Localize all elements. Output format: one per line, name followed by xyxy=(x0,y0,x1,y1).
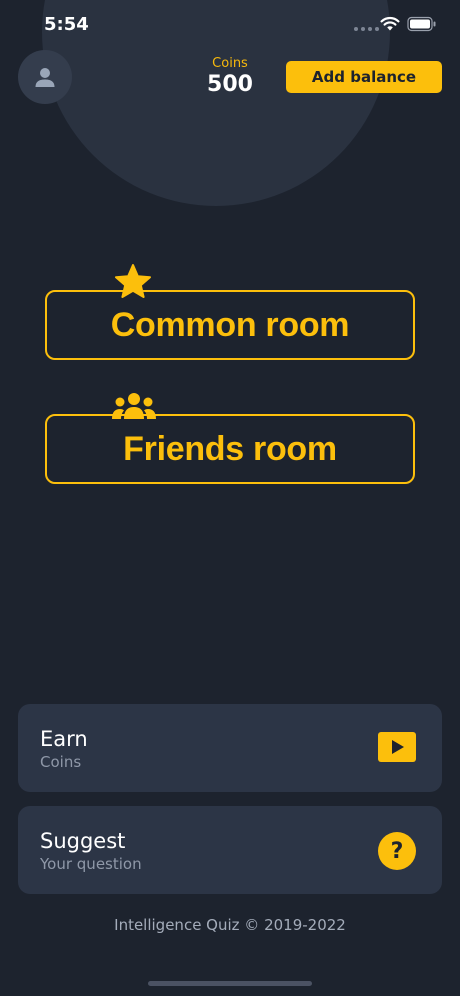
suggest-question-card[interactable]: Suggest Your question ? xyxy=(18,806,442,894)
status-time: 5:54 xyxy=(44,14,89,35)
friends-room-label: Friends room xyxy=(123,429,337,468)
add-balance-button[interactable]: Add balance xyxy=(286,61,442,93)
signal-icon xyxy=(354,27,379,31)
footer-copyright: Intelligence Quiz © 2019-2022 xyxy=(114,916,346,934)
play-icon xyxy=(378,732,416,762)
coins-balance: Coins 500 xyxy=(190,56,270,98)
battery-icon xyxy=(407,16,436,32)
home-indicator[interactable] xyxy=(148,981,312,986)
friends-room-button[interactable]: Friends room xyxy=(45,414,415,484)
earn-card-subtitle: Coins xyxy=(40,753,82,771)
coins-label: Coins xyxy=(212,56,248,71)
user-icon xyxy=(35,68,55,87)
background-circle xyxy=(42,0,390,206)
question-icon: ? xyxy=(378,832,416,870)
earn-coins-card[interactable]: Earn Coins xyxy=(18,704,442,792)
common-room-button[interactable]: Common room xyxy=(45,290,415,360)
earn-card-title: Earn xyxy=(40,727,88,751)
common-room-label: Common room xyxy=(110,305,350,344)
wifi-icon xyxy=(380,16,400,31)
profile-avatar[interactable] xyxy=(18,50,72,104)
suggest-card-subtitle: Your question xyxy=(40,855,142,873)
coins-value: 500 xyxy=(207,72,253,97)
suggest-card-title: Suggest xyxy=(40,829,126,853)
